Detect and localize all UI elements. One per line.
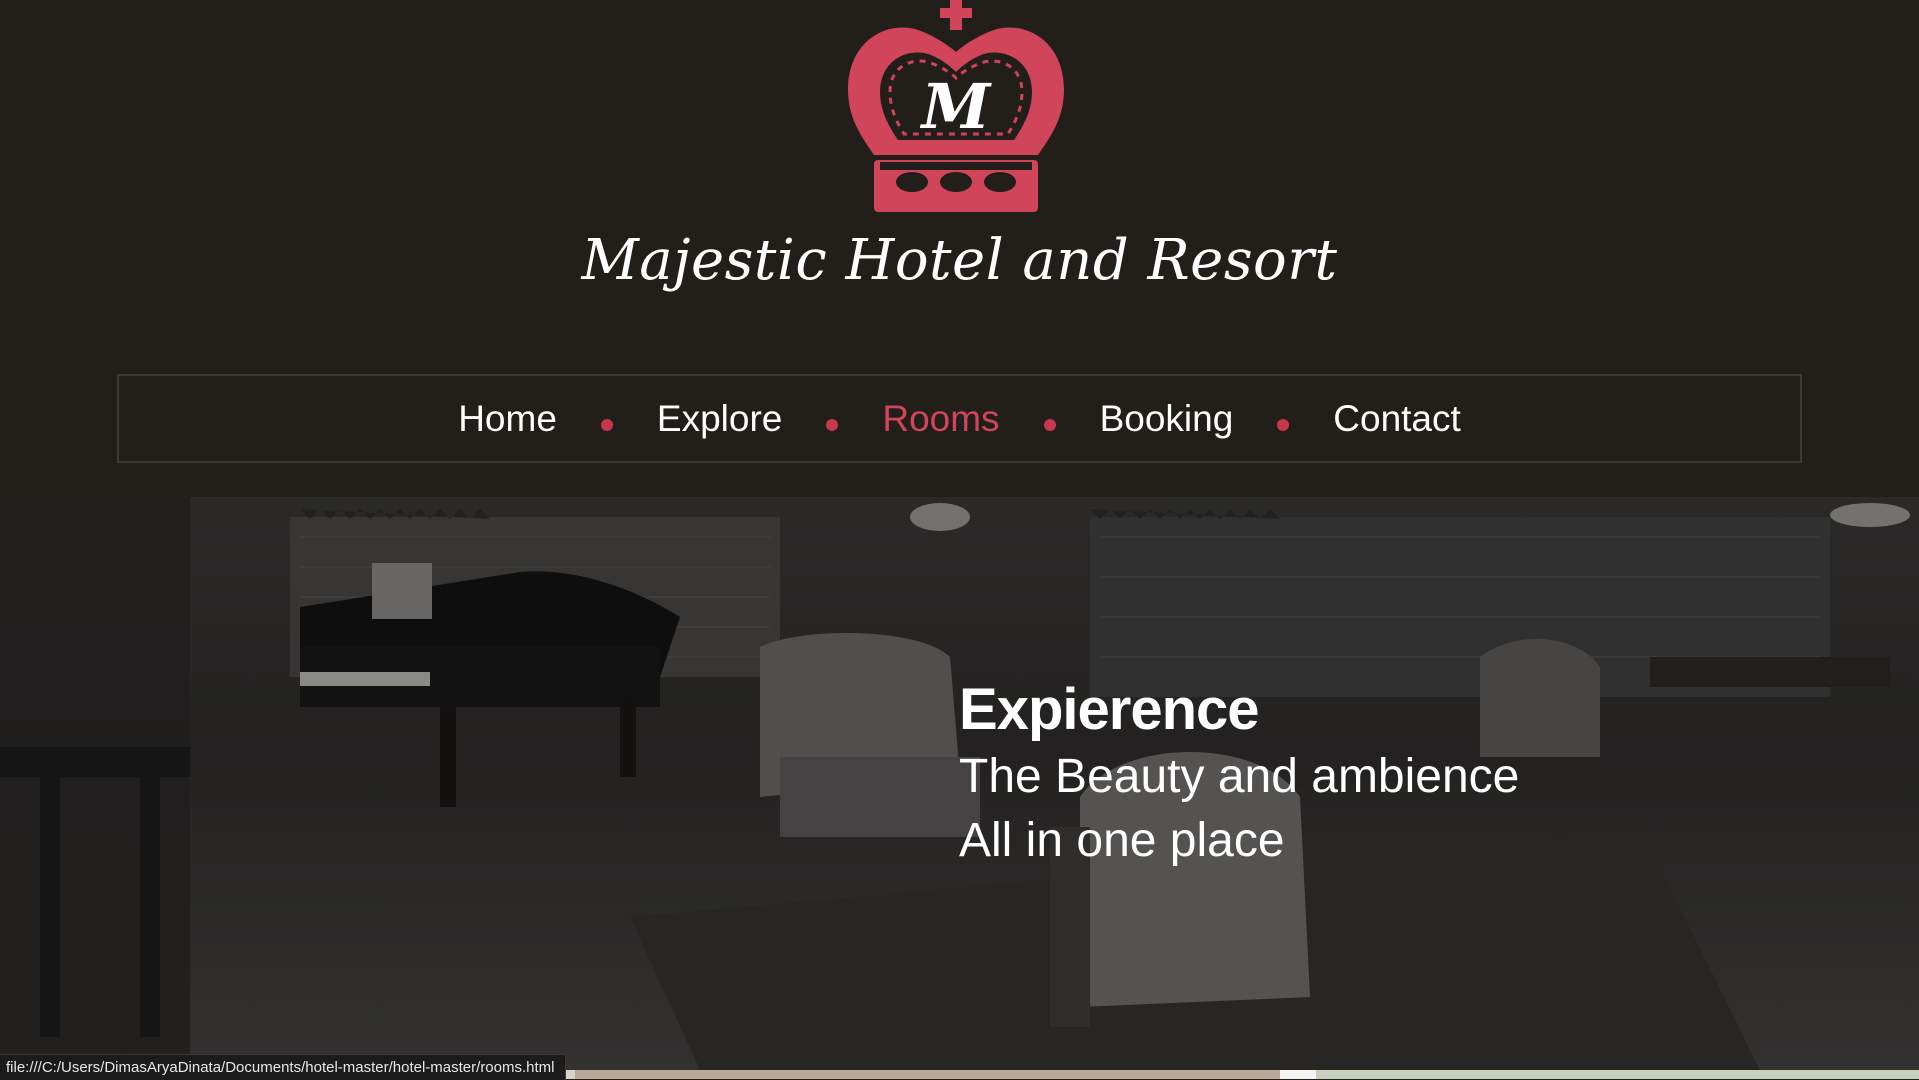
nav-separator-dot bbox=[826, 418, 839, 431]
site-header: M Majestic Hotel and Resort Home Explore… bbox=[0, 0, 1919, 497]
nav-contact[interactable]: Contact bbox=[1325, 398, 1469, 440]
nav-rooms[interactable]: Rooms bbox=[874, 398, 1007, 440]
nav-home[interactable]: Home bbox=[450, 398, 565, 440]
next-section-gap bbox=[1280, 1070, 1316, 1079]
nav-separator-dot bbox=[1043, 418, 1056, 431]
hero-title: Expierence bbox=[959, 677, 1260, 742]
nav-explore[interactable]: Explore bbox=[649, 398, 790, 440]
hero-subtitle-line-1: The Beauty and ambience bbox=[959, 750, 1520, 803]
logo-letter: M bbox=[920, 70, 993, 143]
hero-subtitle-line-2: All in one place bbox=[959, 814, 1285, 867]
next-section-image-2 bbox=[1316, 1070, 1919, 1079]
brand-name: Majestic Hotel and Resort bbox=[581, 228, 1338, 293]
nav-booking[interactable]: Booking bbox=[1092, 398, 1242, 440]
nav-separator-dot bbox=[600, 418, 613, 431]
nav-separator-dot bbox=[1277, 418, 1290, 431]
main-nav: Home Explore Rooms Booking Contact bbox=[117, 374, 1802, 463]
crown-logo[interactable]: M bbox=[828, 0, 1084, 220]
next-section-image-1 bbox=[575, 1070, 1280, 1079]
browser-status-url: file:///C:/Users/DimasAryaDinata/Documen… bbox=[0, 1054, 566, 1080]
hero-text: Expierence The Beauty and ambience All i… bbox=[959, 675, 1519, 873]
